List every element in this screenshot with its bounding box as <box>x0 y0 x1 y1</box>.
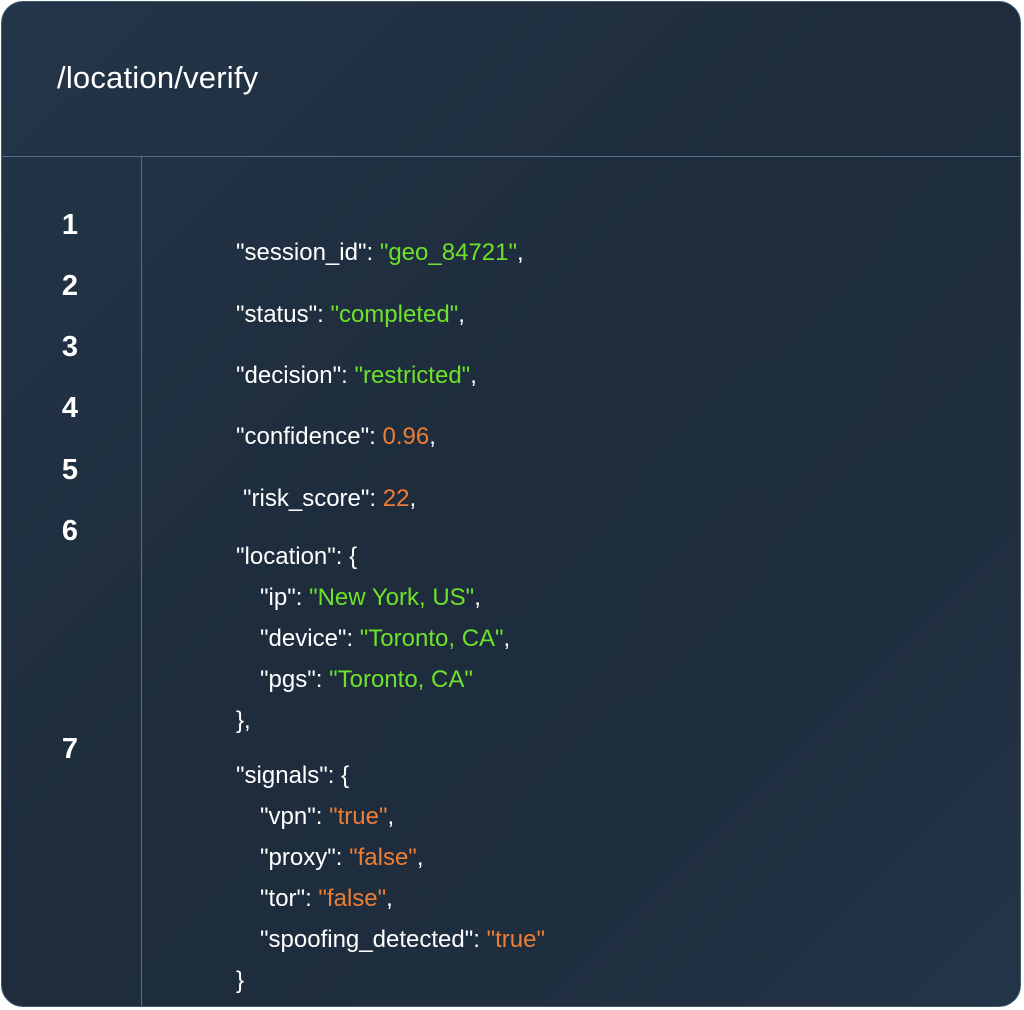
code-line-signals-close: } <box>196 936 245 1006</box>
line-number-2: 2 <box>61 270 79 302</box>
json-punctuation: , <box>429 423 436 450</box>
json-string-value: "Toronto, CA" <box>329 666 473 693</box>
json-key: "confidence" <box>236 423 370 450</box>
line-number-6: 6 <box>61 515 79 547</box>
json-key: "spoofing_detected" <box>260 926 474 953</box>
code-panel: /location/verify 1 2 3 4 5 6 7 "session_… <box>1 1 1021 1007</box>
panel-header: /location/verify <box>2 2 1020 157</box>
json-brace-close: }, <box>236 707 251 734</box>
json-string-value: "geo_84721" <box>379 239 517 266</box>
json-bool-value: "true" <box>486 926 545 953</box>
json-brace-close: } <box>236 967 245 994</box>
json-string-value: "restricted" <box>354 362 471 389</box>
json-key: "decision" <box>236 362 342 389</box>
json-punctuation: , <box>409 485 417 512</box>
json-punctuation: , <box>503 625 511 652</box>
endpoint-title: /location/verify <box>57 60 259 95</box>
json-key: "risk_score" <box>243 485 370 512</box>
json-punctuation: , <box>470 362 477 389</box>
line-number-5: 5 <box>61 454 79 486</box>
line-number-1: 1 <box>61 209 79 241</box>
line-number-4: 4 <box>61 392 79 424</box>
json-key: "status" <box>236 301 318 328</box>
json-key: "session_id" <box>236 239 367 266</box>
json-punctuation: , <box>416 844 424 871</box>
json-number-value: 0.96 <box>382 423 430 450</box>
line-number-3: 3 <box>61 331 79 363</box>
json-punctuation: , <box>458 301 465 328</box>
code-line-signals-spoofing: "spoofing_detected": "true" <box>260 926 545 953</box>
line-number-gutter: 1 2 3 4 5 6 7 <box>2 157 142 1006</box>
json-number-value: 22 <box>382 485 410 512</box>
line-number-7: 7 <box>61 733 79 765</box>
code-line-location-pgs: "pgs": "Toronto, CA" <box>260 666 473 693</box>
json-punctuation: , <box>516 239 524 266</box>
json-key: "pgs" <box>260 666 316 693</box>
json-string-value: "completed" <box>330 301 459 328</box>
